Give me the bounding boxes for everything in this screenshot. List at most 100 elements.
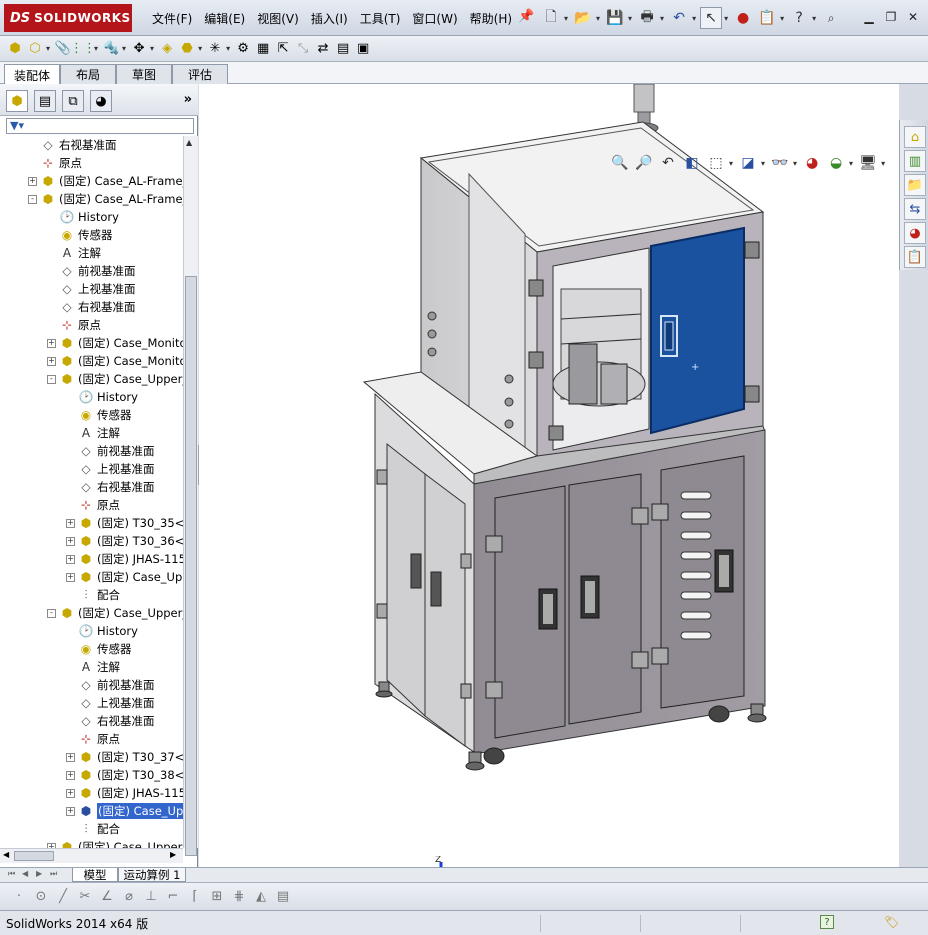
tree-node[interactable]: ◇ 右视基准面	[66, 478, 154, 496]
close-icon[interactable]: ✕	[902, 8, 924, 26]
linear-pattern-icon[interactable]: ⋮⋮	[70, 40, 96, 58]
tree-node[interactable]: ◇ 上视基准面	[47, 280, 135, 298]
collapse-icon[interactable]: -	[28, 194, 37, 204]
bill-of-materials-icon[interactable]: ▦	[254, 40, 272, 58]
expand-icon[interactable]: +	[66, 536, 75, 546]
tree-node[interactable]: 🕑 History	[66, 622, 138, 640]
pin-icon[interactable]: 📌	[518, 9, 534, 25]
speedpak-icon[interactable]: ▤	[334, 40, 352, 58]
tree-node[interactable]: ⊹ 原点	[66, 496, 120, 514]
tree-node[interactable]: ◇ 上视基准面	[66, 460, 154, 478]
expand-icon[interactable]: +	[66, 788, 75, 798]
open-dropdown-icon[interactable]: ▾	[596, 14, 600, 23]
scroll-right-icon[interactable]: ▶	[170, 850, 176, 859]
line-icon[interactable]: ╱	[52, 888, 74, 906]
help-dropdown-icon[interactable]: ▾	[812, 14, 816, 23]
cmd-dropdown-2-icon[interactable]: ▾	[94, 44, 98, 53]
settings-dropdown-icon[interactable]: ▾	[881, 159, 885, 168]
point-icon[interactable]: ·	[8, 888, 30, 906]
expand-icon[interactable]: +	[66, 518, 75, 528]
solidworks-resources-icon[interactable]: ⌂	[904, 126, 926, 148]
tree-node[interactable]: + ⬢ (固定) Case_AL-Frame_I	[28, 172, 183, 190]
new-document-icon[interactable]: 🗋	[540, 7, 562, 29]
mirror-icon[interactable]: ◭	[250, 888, 272, 906]
explode-line-icon[interactable]: ⤡	[294, 40, 312, 58]
snapshot-icon[interactable]: ▣	[354, 40, 372, 58]
expand-icon[interactable]: +	[66, 770, 75, 780]
tree-node[interactable]: ◇ 右视基准面	[47, 298, 135, 316]
hideshow-dropdown-icon[interactable]: ▾	[793, 159, 797, 168]
collapse-icon[interactable]: -	[47, 608, 56, 618]
smart-fasteners-icon[interactable]: 🔩	[102, 40, 120, 58]
tree-node[interactable]: A 注解	[66, 424, 120, 442]
tree-node[interactable]: ◇ 前视基准面	[66, 442, 154, 460]
assembly-model[interactable]: +	[199, 84, 899, 867]
print-dropdown-icon[interactable]: ▾	[660, 14, 664, 23]
expand-icon[interactable]: +	[66, 752, 75, 762]
tree-node[interactable]: 🕑 History	[47, 208, 119, 226]
menu-view[interactable]: 视图(V)	[251, 10, 305, 27]
tree-node[interactable]: ◇ 右视基准面	[66, 712, 154, 730]
menu-insert[interactable]: 插入(I)	[305, 10, 354, 27]
smart-dimension-icon[interactable]: ⌀	[118, 888, 140, 906]
sketch-fillet-icon[interactable]: ⌈	[184, 888, 206, 906]
scroll-thumb[interactable]	[185, 276, 197, 856]
view-palette-icon[interactable]: ⇆	[904, 198, 926, 220]
menu-window[interactable]: 窗口(W)	[406, 10, 463, 27]
tag-icon[interactable]: 🏷	[884, 915, 899, 929]
cmd-dropdown-6-icon[interactable]: ▾	[226, 44, 230, 53]
tab-evaluate[interactable]: 评估	[172, 64, 228, 84]
instant3d-icon[interactable]: ⇄	[314, 40, 332, 58]
tree-node[interactable]: + ⬢ (固定) Case_Upp	[66, 568, 183, 586]
tree-node[interactable]: + ⬢ (固定) Case_Upp	[66, 802, 183, 820]
tree-node[interactable]: ⊹ 原点	[28, 154, 82, 172]
menu-edit[interactable]: 编辑(E)	[198, 10, 251, 27]
tab-assembly[interactable]: 装配体	[4, 64, 60, 85]
tree-node[interactable]: A 注解	[66, 658, 120, 676]
tab-motion-study-1[interactable]: 运动算例 1	[118, 868, 186, 882]
tree-node[interactable]: - ⬢ (固定) Case_Upper_	[47, 604, 183, 622]
scroll-up-icon[interactable]: ▲	[186, 138, 192, 147]
orientation-dropdown-icon[interactable]: ▾	[729, 159, 733, 168]
expand-icon[interactable]: +	[47, 356, 56, 366]
table-icon[interactable]: ▤	[272, 888, 294, 906]
undo-icon[interactable]: ↶	[668, 7, 690, 29]
insert-component-icon[interactable]: ⬢	[6, 40, 24, 58]
tree-node[interactable]: ◉ 传感器	[47, 226, 113, 244]
tree-node[interactable]: ◇ 右视基准面	[28, 136, 116, 154]
menu-tools[interactable]: 工具(T)	[354, 10, 407, 27]
tree-node[interactable]: + ⬢ (固定) T30_38<	[66, 766, 183, 784]
move-component-icon[interactable]: ✥	[130, 40, 148, 58]
expand-icon[interactable]: +	[66, 572, 75, 582]
file-properties-icon[interactable]: 📋	[756, 7, 778, 29]
zoom-to-area-icon[interactable]: 🔎	[633, 152, 655, 174]
menu-help[interactable]: 帮助(H)	[464, 10, 518, 27]
reference-geometry-icon[interactable]: ✳	[206, 40, 224, 58]
tree-node[interactable]: ⊹ 原点	[66, 730, 120, 748]
scroll-left-icon[interactable]: ◀	[3, 850, 9, 859]
display-style-icon[interactable]: ◪	[737, 152, 759, 174]
tree-node[interactable]: ◉ 传感器	[66, 640, 132, 658]
tab-sketch[interactable]: 草图	[116, 64, 172, 84]
open-icon[interactable]: 📂	[572, 7, 594, 29]
cmd-dropdown-5-icon[interactable]: ▾	[198, 44, 202, 53]
select-dropdown-icon[interactable]: ▾	[724, 14, 728, 23]
trim-icon[interactable]: ✂	[74, 888, 96, 906]
previous-view-icon[interactable]: ↶	[657, 152, 679, 174]
new-dropdown-icon[interactable]: ▾	[564, 14, 568, 23]
view-orientation-icon[interactable]: ⬚	[705, 152, 727, 174]
tree-node[interactable]: - ⬢ (固定) Case_Upper_	[47, 370, 183, 388]
tree-node[interactable]: + ⬢ (固定) Case_Monitor	[47, 334, 183, 352]
help-question-icon[interactable]: ?	[788, 7, 810, 29]
tree-node[interactable]: ⫶ 配合	[66, 820, 120, 838]
tab-nav-first-icon[interactable]: ⏮	[8, 869, 15, 879]
print-icon[interactable]: 🖶	[636, 7, 658, 29]
tree-node[interactable]: + ⬢ (固定) Case_Monitor	[47, 352, 183, 370]
help-icon[interactable]: ?	[820, 915, 834, 929]
expand-icon[interactable]: +	[66, 554, 75, 564]
cmd-dropdown-1-icon[interactable]: ▾	[46, 44, 50, 53]
apply-scene-icon[interactable]: ◒	[825, 152, 847, 174]
new-motion-study-icon[interactable]: ⚙	[234, 40, 252, 58]
edit-appearance-icon[interactable]: ◕	[801, 152, 823, 174]
configurationmanager-tab-icon[interactable]: ⧉	[62, 90, 84, 112]
